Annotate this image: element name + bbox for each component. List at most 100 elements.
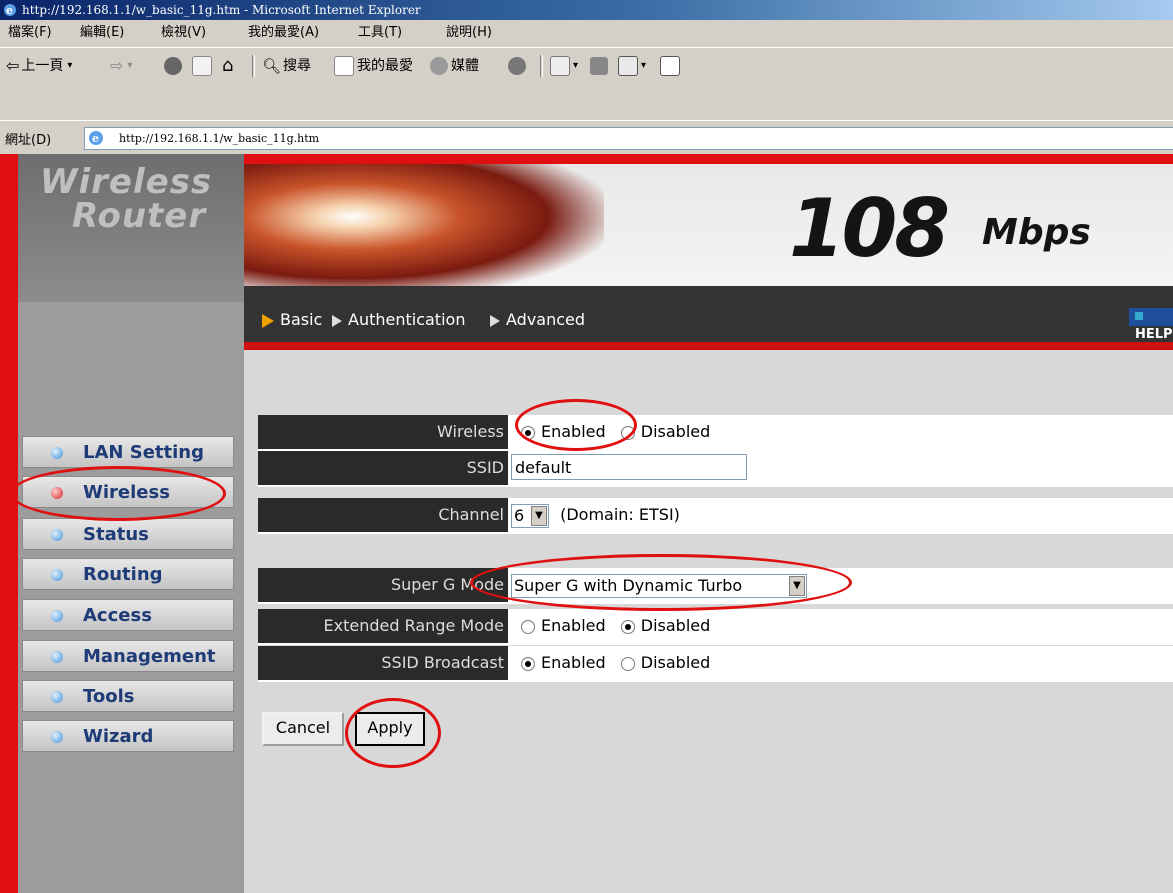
toolbar-separator xyxy=(540,55,543,77)
tab-authentication[interactable]: Authentication xyxy=(332,310,465,329)
label-superg: Super G Mode xyxy=(258,568,508,602)
sidebar-item-wireless[interactable]: Wireless xyxy=(22,476,234,508)
menu-tools[interactable]: 工具(T) xyxy=(358,20,402,46)
print-icon xyxy=(590,57,608,75)
logo-line-2: Router xyxy=(72,196,207,236)
ie-icon: e xyxy=(4,4,16,17)
sidebar-item-status[interactable]: Status xyxy=(22,518,234,550)
row-ssid-broadcast: SSID Broadcast Enabled Disabled xyxy=(258,646,1173,682)
extrange-enabled-radio[interactable] xyxy=(521,619,535,634)
sidebar-item-access[interactable]: Access xyxy=(22,599,234,631)
forward-arrow-icon: ⇨ xyxy=(110,56,124,75)
svg-text:e: e xyxy=(6,4,13,17)
chevron-down-icon: ▾ xyxy=(641,60,647,71)
mail-icon xyxy=(550,56,570,76)
history-icon xyxy=(508,57,526,75)
address-label: 網址(D) xyxy=(5,133,52,148)
tab-advanced[interactable]: Advanced xyxy=(490,310,585,329)
arrow-right-icon xyxy=(490,314,500,327)
bullet-icon xyxy=(51,651,63,663)
window-title: http://192.168.1.1/w_basic_11g.htm - Mic… xyxy=(22,3,421,17)
wireless-disabled-radio[interactable] xyxy=(620,425,635,440)
address-input[interactable]: e http://192.168.1.1/w_basic_11g.htm xyxy=(84,127,1173,150)
search-button[interactable]: 🔍︎ 搜尋 xyxy=(262,48,311,84)
wireless-enabled-radio[interactable] xyxy=(521,425,535,440)
label-ssid-broadcast: SSID Broadcast xyxy=(258,646,508,680)
history-button[interactable] xyxy=(508,48,529,84)
sidebar-item-lan-setting[interactable]: LAN Setting xyxy=(22,436,234,468)
menu-view[interactable]: 檢視(V) xyxy=(161,20,206,46)
extrange-disabled-radio[interactable] xyxy=(620,619,635,634)
menu-file[interactable]: 檔案(F) xyxy=(8,20,52,46)
banner-unit: Mbps xyxy=(982,212,1091,253)
apply-button[interactable]: Apply xyxy=(355,712,425,746)
home-icon: ⌂ xyxy=(222,55,234,76)
superg-select[interactable]: Super G with Dynamic Turbo ▼ xyxy=(511,573,807,598)
tab-basic[interactable]: Basic xyxy=(262,310,322,329)
sidebar-item-management[interactable]: Management xyxy=(22,640,234,672)
refresh-icon xyxy=(192,56,212,76)
chevron-down-icon: ▾ xyxy=(573,60,579,71)
row-spacer xyxy=(258,540,1173,568)
forward-button[interactable]: ⇨ ▾ xyxy=(110,48,132,84)
bullet-icon xyxy=(51,610,63,622)
back-button[interactable]: ⇦ 上一頁 ▾ xyxy=(6,48,72,84)
chevron-down-icon: ▾ xyxy=(127,60,133,71)
help-button[interactable]: HELP xyxy=(1129,308,1173,342)
extrange-options: Enabled Disabled xyxy=(511,609,710,643)
ssidbc-disabled-radio[interactable] xyxy=(620,656,635,671)
row-channel: Channel 6 ▼ (Domain: ETSI) xyxy=(258,498,1173,534)
standard-toolbar: ⇦ 上一頁 ▾ ⇨ ▾ ⌂ 🔍︎ 搜尋 我的最愛 媒體 ▾ ▾ xyxy=(0,47,1173,85)
window-titlebar: e http://192.168.1.1/w_basic_11g.htm - M… xyxy=(0,0,1173,20)
superg-value: Super G with Dynamic Turbo ▼ xyxy=(511,568,807,602)
row-superg: Super G Mode Super G with Dynamic Turbo ▼ xyxy=(258,568,1173,604)
row-ssid: SSID default xyxy=(258,451,1173,487)
bullet-icon xyxy=(51,731,63,743)
favorites-button[interactable]: 我的最愛 xyxy=(334,48,413,84)
menu-favorites[interactable]: 我的最愛(A) xyxy=(248,20,319,46)
refresh-button[interactable] xyxy=(192,48,215,84)
svg-text:e: e xyxy=(92,132,99,145)
mail-button[interactable]: ▾ xyxy=(550,48,578,84)
toolbar-separator xyxy=(252,55,255,77)
sidebar-item-wizard[interactable]: Wizard xyxy=(22,720,234,752)
print-button[interactable] xyxy=(590,48,611,84)
banner-speed: 108 xyxy=(789,182,950,275)
bullet-active-icon xyxy=(51,487,63,499)
edit-button[interactable]: ▾ xyxy=(618,48,646,84)
stop-icon xyxy=(164,57,182,75)
bullet-icon xyxy=(51,529,63,541)
arrow-right-icon xyxy=(332,314,342,327)
word-icon xyxy=(618,56,638,76)
header-banner: 108 Mbps xyxy=(244,154,1173,286)
ssidbc-enabled-radio[interactable] xyxy=(521,656,535,671)
bullet-icon xyxy=(51,569,63,581)
search-icon: 🔍︎ xyxy=(262,57,282,75)
help-icon xyxy=(1135,312,1143,320)
channel-select[interactable]: 6 ▼ xyxy=(511,503,549,528)
menu-edit[interactable]: 編輯(E) xyxy=(80,20,124,46)
media-icon xyxy=(430,57,448,75)
wireless-options: Enabled Disabled xyxy=(511,415,710,449)
ssidbc-options: Enabled Disabled xyxy=(511,646,710,680)
cancel-button[interactable]: Cancel xyxy=(262,712,344,746)
label-ssid: SSID xyxy=(258,451,508,485)
home-button[interactable]: ⌂ xyxy=(222,48,233,84)
label-channel: Channel xyxy=(258,498,508,532)
media-button[interactable]: 媒體 xyxy=(430,48,479,84)
favorites-icon xyxy=(334,56,354,76)
page-content: Wireless Router 108 Mbps Basic Authentic… xyxy=(0,154,1173,893)
menu-help[interactable]: 說明(H) xyxy=(446,20,492,46)
ssid-input[interactable]: default xyxy=(511,454,747,480)
row-extended-range: Extended Range Mode Enabled Disabled xyxy=(258,609,1173,645)
discuss-button[interactable] xyxy=(660,48,683,84)
sidebar-item-tools[interactable]: Tools xyxy=(22,680,234,712)
stop-button[interactable] xyxy=(164,48,185,84)
bullet-icon xyxy=(51,447,63,459)
page-icon: e xyxy=(89,131,103,145)
dropdown-arrow-icon: ▼ xyxy=(531,505,547,526)
tab-bar: Basic Authentication Advanced HELP xyxy=(244,286,1173,350)
channel-domain: (Domain: ETSI) xyxy=(560,505,680,524)
label-extended-range: Extended Range Mode xyxy=(258,609,508,643)
sidebar-item-routing[interactable]: Routing xyxy=(22,558,234,590)
